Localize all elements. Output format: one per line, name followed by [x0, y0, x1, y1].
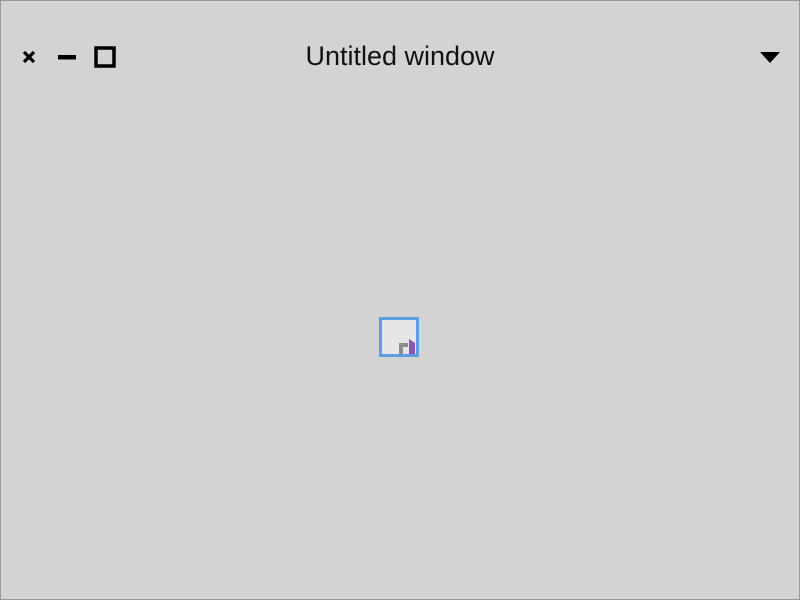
- application-window: Untitled window: [0, 0, 800, 600]
- maximize-icon: [94, 46, 116, 68]
- close-icon: [22, 50, 36, 64]
- maximize-button[interactable]: [93, 45, 117, 69]
- minimize-icon: [58, 55, 76, 60]
- close-button[interactable]: [17, 45, 41, 69]
- dropdown-triangle-icon: [760, 52, 780, 63]
- window-title: Untitled window: [305, 41, 495, 71]
- minimize-button[interactable]: [55, 45, 79, 69]
- resize-handle-icon: [379, 317, 419, 357]
- resize-handle-widget[interactable]: [379, 317, 419, 357]
- window-content-area: [1, 111, 799, 599]
- window-menu-button[interactable]: [757, 45, 783, 69]
- title-bar[interactable]: Untitled window: [1, 1, 799, 111]
